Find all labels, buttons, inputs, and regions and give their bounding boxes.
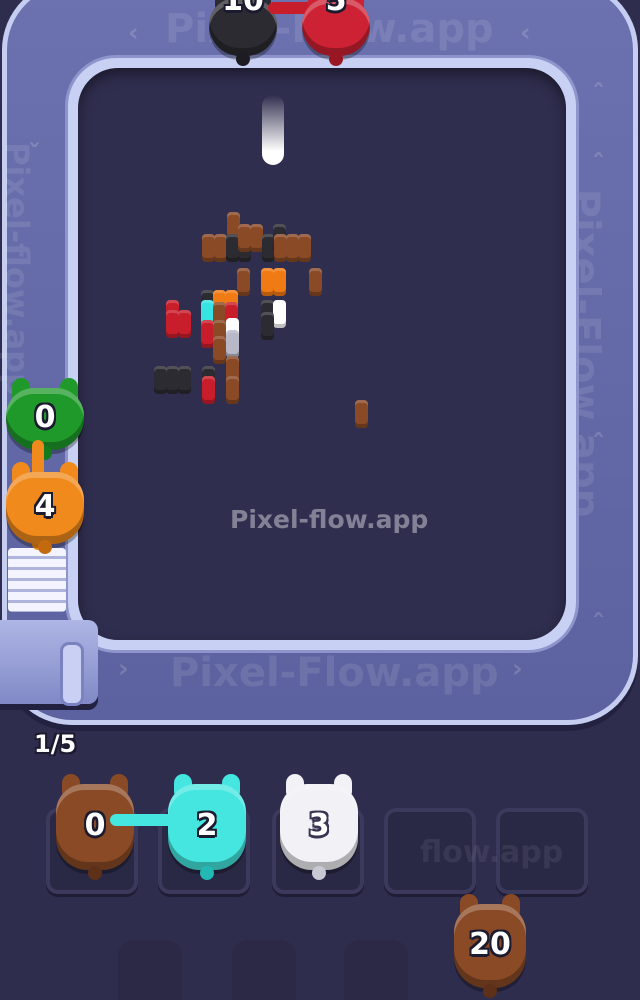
pixel-block (202, 376, 215, 404)
pig-cyan[interactable]: 2 (164, 774, 250, 880)
pixel-block (178, 366, 191, 394)
pixel-block (178, 310, 191, 338)
pig-brown-queue[interactable]: 20 (450, 894, 530, 998)
capacity-counter: 1/5 (34, 730, 77, 758)
pixel-block (226, 376, 239, 404)
pixel-block (226, 330, 239, 358)
pig-orange[interactable]: 4 (2, 462, 88, 554)
pig-red[interactable]: 5 (298, 0, 374, 66)
pig-green[interactable]: 0 (2, 378, 88, 460)
pixel-block (355, 400, 368, 428)
dispenser-cap (60, 642, 84, 706)
pixel-block (298, 234, 311, 262)
pixel-block (273, 268, 286, 296)
launcher-ramp (8, 548, 66, 612)
pixel-block (237, 268, 250, 296)
pig-count: 0 (34, 399, 56, 435)
pig-white[interactable]: 3 (276, 774, 362, 880)
pig-count: 2 (196, 807, 218, 843)
pixel-block (166, 310, 179, 338)
queue-slot (118, 940, 182, 1000)
queue-slot (232, 940, 296, 1000)
pixel-block (213, 336, 226, 364)
tray-watermark: flow.app (420, 835, 564, 870)
queue-slot (344, 940, 408, 1000)
pig-count: 5 (325, 0, 347, 18)
pig-count: 4 (34, 488, 56, 524)
pixel-block (309, 268, 322, 296)
pig-count: 3 (308, 807, 330, 843)
pig-count: 20 (469, 926, 511, 962)
pixel-block (273, 300, 286, 328)
pig-brown[interactable]: 0 (52, 774, 138, 880)
pixel-block (261, 312, 274, 340)
